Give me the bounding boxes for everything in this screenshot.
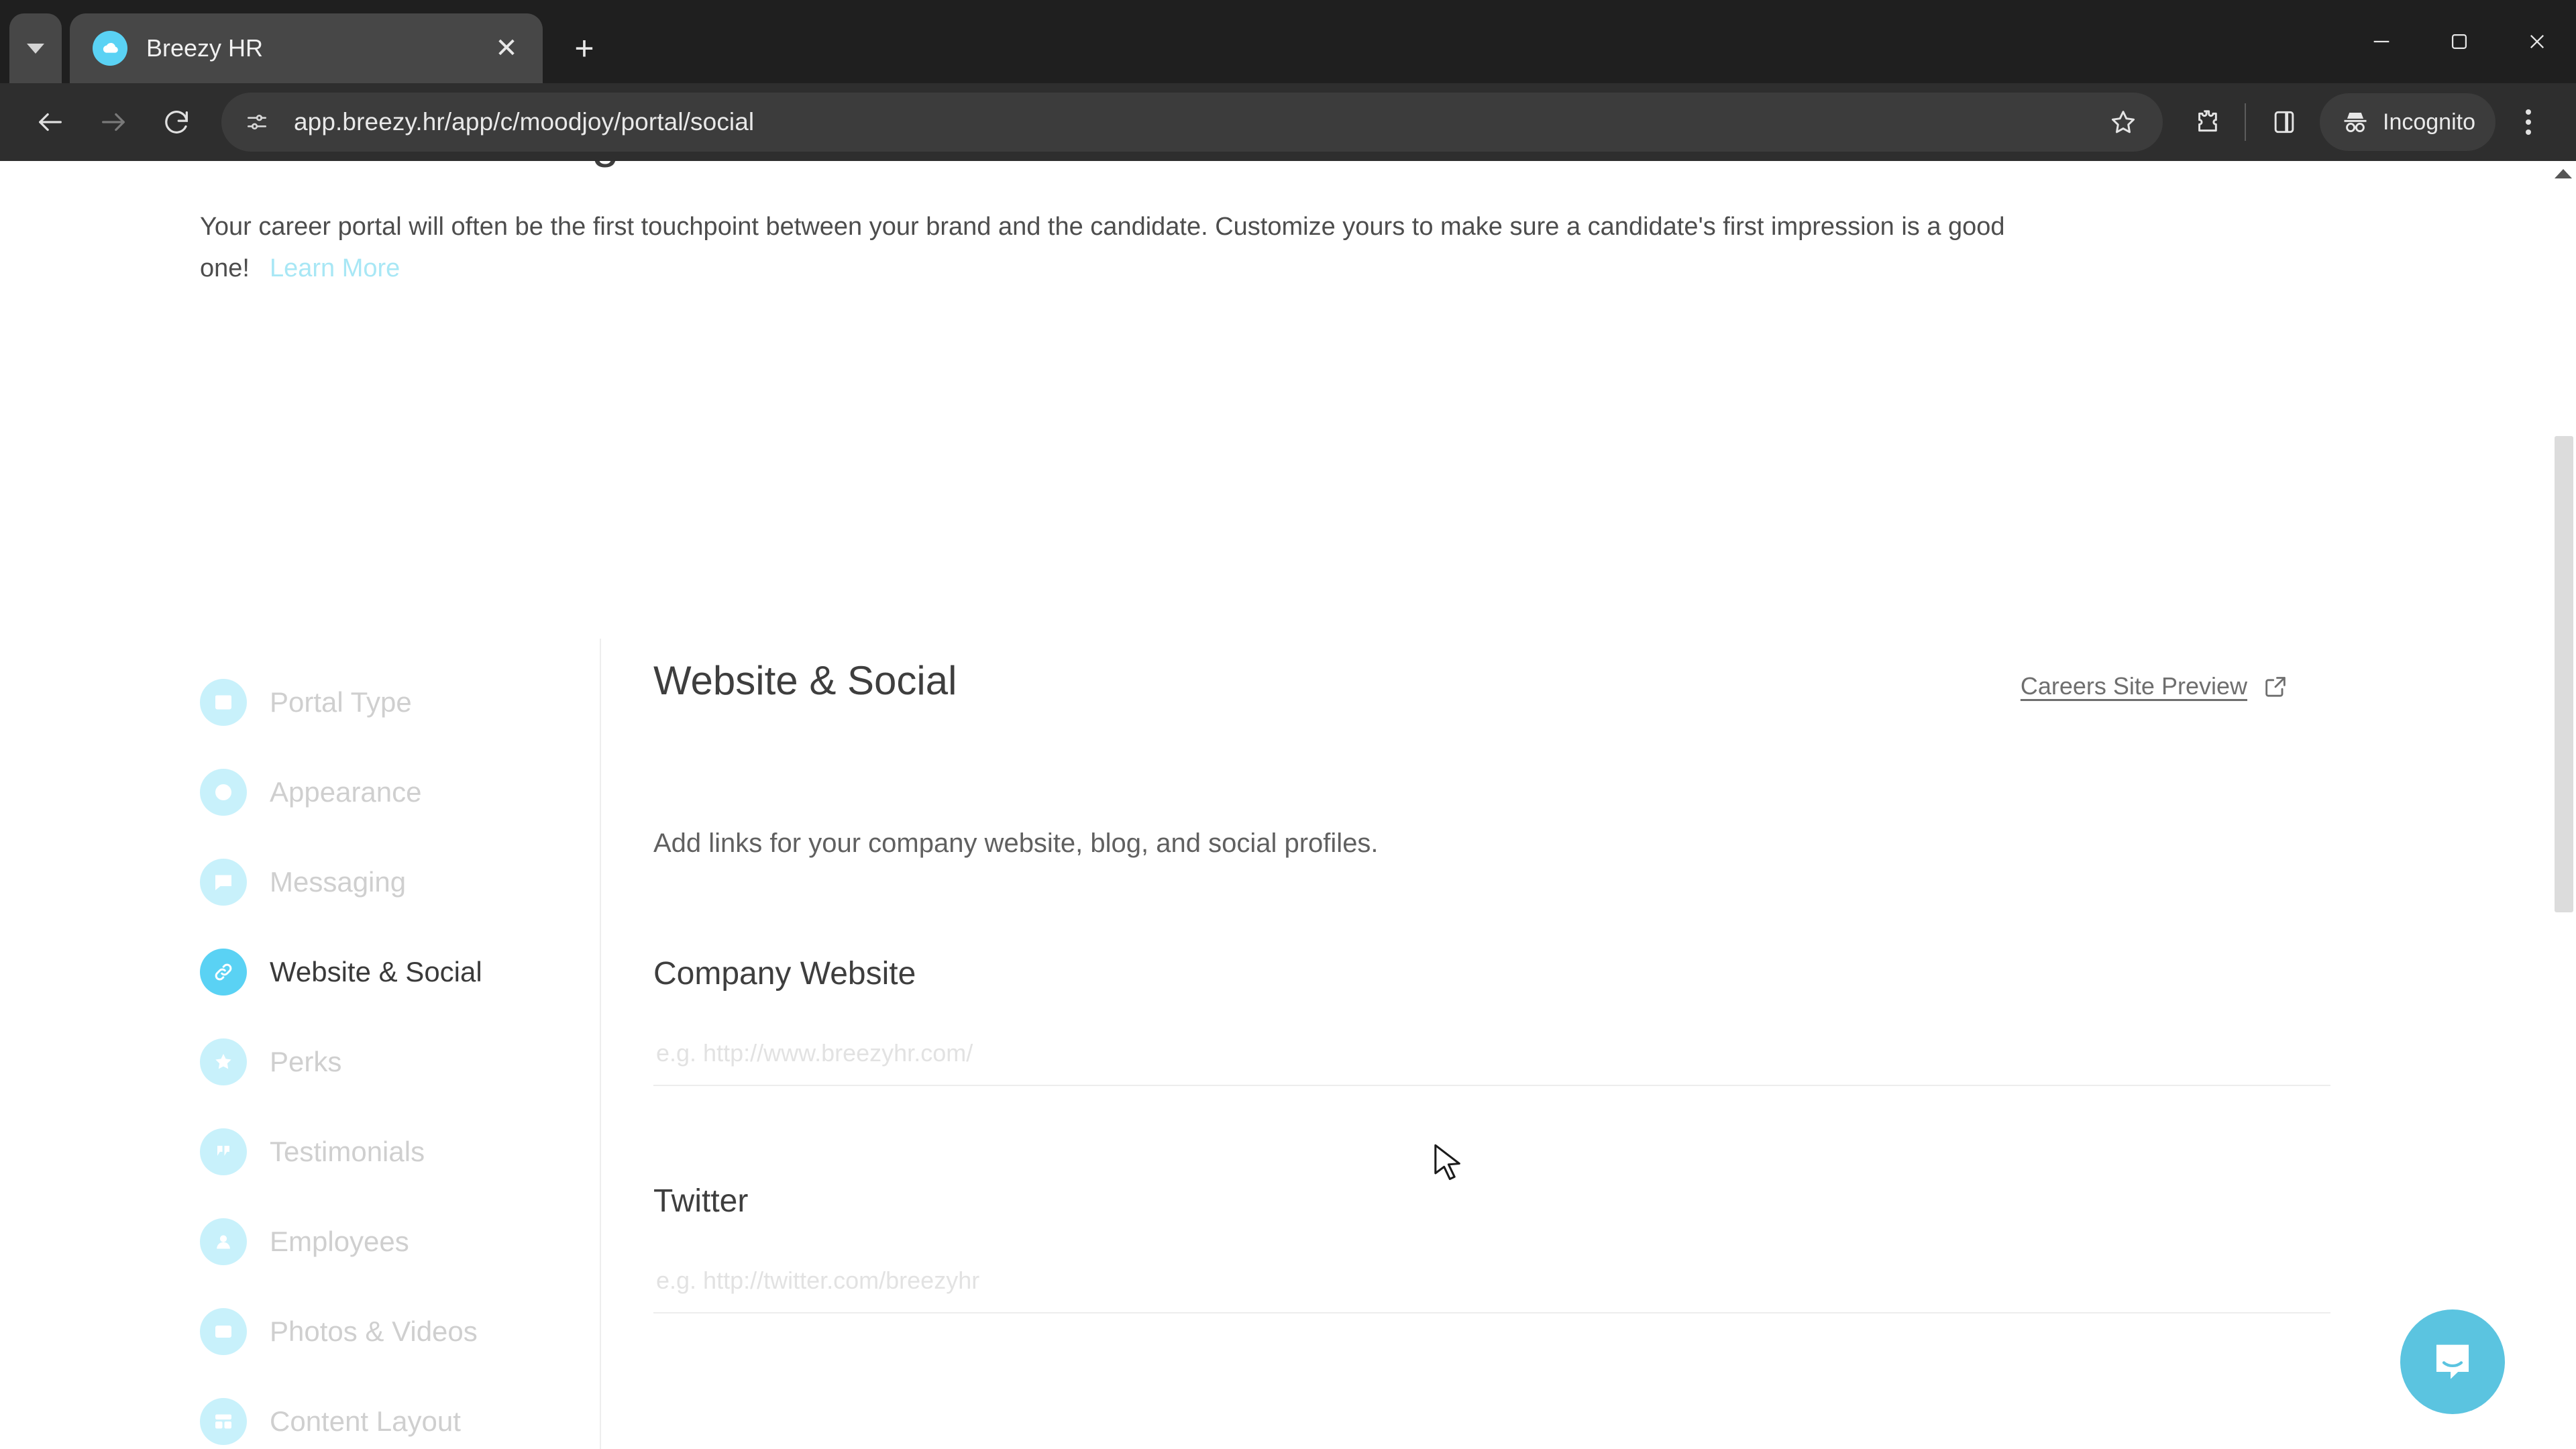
new-tab-button[interactable]: + bbox=[557, 21, 611, 75]
twitter-input[interactable] bbox=[653, 1249, 2330, 1313]
sidebar-item-label: Employees bbox=[270, 1226, 409, 1257]
settings-card: Portal Type Appearance Messaging Website… bbox=[189, 639, 2336, 1449]
sidebar-item-label: Messaging bbox=[270, 866, 407, 898]
browser-window: Breezy HR ✕ + app.breezy.hr/app/c/moodjo… bbox=[0, 0, 2576, 1449]
sidebar-item-messaging[interactable]: Messaging bbox=[189, 837, 600, 927]
menu-dot bbox=[2526, 109, 2531, 115]
incognito-badge[interactable]: Incognito bbox=[2320, 93, 2496, 151]
sidebar-item-employees[interactable]: Employees bbox=[189, 1197, 600, 1287]
twitter-field-group: Twitter bbox=[653, 1183, 2336, 1313]
intercom-chat-icon bbox=[2436, 1344, 2469, 1379]
scroll-up-arrow-icon[interactable] bbox=[2555, 169, 2572, 178]
page-intro: Your career portal will often be the fir… bbox=[200, 207, 2025, 289]
perks-icon bbox=[200, 1038, 247, 1085]
company-website-field-group: Company Website bbox=[653, 955, 2336, 1086]
external-link-icon bbox=[2265, 677, 2286, 697]
careers-site-preview-link[interactable]: Careers Site Preview bbox=[2021, 672, 2289, 700]
twitter-label: Twitter bbox=[653, 1183, 749, 1219]
sidebar-item-label: Testimonials bbox=[270, 1136, 425, 1167]
portal-type-icon bbox=[200, 679, 247, 726]
main-panel-header: Website & Social Careers Site Preview bbox=[653, 657, 2336, 704]
intercom-launcher-button[interactable] bbox=[2400, 1309, 2505, 1414]
sidebar-item-label: Content Layout bbox=[270, 1405, 461, 1437]
omnibox-actions bbox=[2094, 93, 2152, 151]
careers-site-preview-label: Careers Site Preview bbox=[2020, 672, 2247, 700]
page-title-clip: Career Site Settings bbox=[200, 161, 2576, 191]
sidebar-item-appearance[interactable]: Appearance bbox=[189, 747, 600, 837]
breezy-cloud-icon bbox=[93, 31, 127, 66]
tab-search-button[interactable] bbox=[9, 13, 62, 83]
content-layout-icon bbox=[200, 1398, 247, 1445]
sidebar-item-label: Appearance bbox=[270, 776, 422, 808]
page-header: Career Site Settings Your career portal … bbox=[0, 161, 2576, 289]
side-panel-icon[interactable] bbox=[2255, 93, 2313, 151]
tab-title: Breezy HR bbox=[146, 34, 264, 62]
sidebar-item-testimonials[interactable]: Testimonials bbox=[189, 1107, 600, 1197]
sidebar-item-label: Portal Type bbox=[270, 686, 412, 718]
toolbar-divider bbox=[2245, 103, 2246, 141]
appearance-icon bbox=[200, 769, 247, 816]
page-title: Career Site Settings bbox=[200, 161, 644, 168]
settings-main-panel: Website & Social Careers Site Preview Ad… bbox=[601, 639, 2336, 1449]
company-website-label: Company Website bbox=[653, 956, 916, 991]
sidebar-item-website-social[interactable]: Website & Social bbox=[189, 927, 600, 1017]
scrollbar-thumb[interactable] bbox=[2555, 436, 2573, 912]
window-controls bbox=[2343, 0, 2576, 83]
incognito-label: Incognito bbox=[2383, 109, 2475, 135]
reload-icon[interactable] bbox=[145, 91, 208, 154]
settings-sidebar: Portal Type Appearance Messaging Website… bbox=[189, 639, 601, 1449]
sidebar-item-label: Perks bbox=[270, 1046, 342, 1077]
arrow-forward-icon[interactable] bbox=[82, 91, 145, 154]
incognito-spy-icon bbox=[2344, 113, 2367, 133]
sidebar-item-perks[interactable]: Perks bbox=[189, 1017, 600, 1107]
page-scrollbar[interactable] bbox=[2551, 161, 2576, 1449]
three-dot-menu-icon[interactable] bbox=[2500, 93, 2557, 151]
website-social-icon bbox=[200, 949, 247, 996]
messaging-icon bbox=[200, 859, 247, 906]
close-icon[interactable]: ✕ bbox=[488, 30, 525, 67]
address-bar[interactable]: app.breezy.hr/app/c/moodjoy/portal/socia… bbox=[221, 93, 2163, 152]
chevron-down-icon bbox=[27, 43, 44, 54]
browser-toolbar: app.breezy.hr/app/c/moodjoy/portal/socia… bbox=[0, 83, 2576, 161]
page-viewport: Career Site Settings Your career portal … bbox=[0, 161, 2576, 1449]
sidebar-item-label: Photos & Videos bbox=[270, 1316, 478, 1347]
photos-videos-icon bbox=[200, 1308, 247, 1355]
puzzle-piece-icon[interactable] bbox=[2178, 93, 2235, 151]
career-site-settings-page: Career Site Settings Your career portal … bbox=[0, 161, 2576, 1449]
arrow-back-icon[interactable] bbox=[19, 91, 82, 154]
page-intro-text: Your career portal will often be the fir… bbox=[200, 213, 2005, 282]
tune-settings-icon[interactable] bbox=[235, 100, 279, 144]
url-text: app.breezy.hr/app/c/moodjoy/portal/socia… bbox=[294, 108, 755, 136]
section-description: Add links for your company website, blog… bbox=[653, 828, 1379, 858]
minimize-icon[interactable] bbox=[2343, 0, 2420, 83]
sidebar-item-photos-videos[interactable]: Photos & Videos bbox=[189, 1287, 600, 1377]
browser-tab[interactable]: Breezy HR ✕ bbox=[70, 13, 543, 83]
menu-dot bbox=[2526, 119, 2531, 125]
learn-more-link[interactable]: Learn More bbox=[270, 254, 400, 282]
testimonials-icon bbox=[200, 1128, 247, 1175]
employees-icon bbox=[200, 1218, 247, 1265]
sidebar-item-content-layout[interactable]: Content Layout bbox=[189, 1377, 600, 1449]
sidebar-item-label: Website & Social bbox=[270, 956, 482, 987]
maximize-icon[interactable] bbox=[2420, 0, 2498, 83]
sidebar-item-portal-type[interactable]: Portal Type bbox=[189, 657, 600, 747]
tab-strip: Breezy HR ✕ + bbox=[0, 0, 2576, 83]
star-icon[interactable] bbox=[2094, 93, 2152, 151]
section-title: Website & Social bbox=[653, 658, 957, 703]
menu-dot bbox=[2526, 129, 2531, 135]
company-website-input[interactable] bbox=[653, 1022, 2330, 1086]
window-close-icon[interactable] bbox=[2498, 0, 2576, 83]
